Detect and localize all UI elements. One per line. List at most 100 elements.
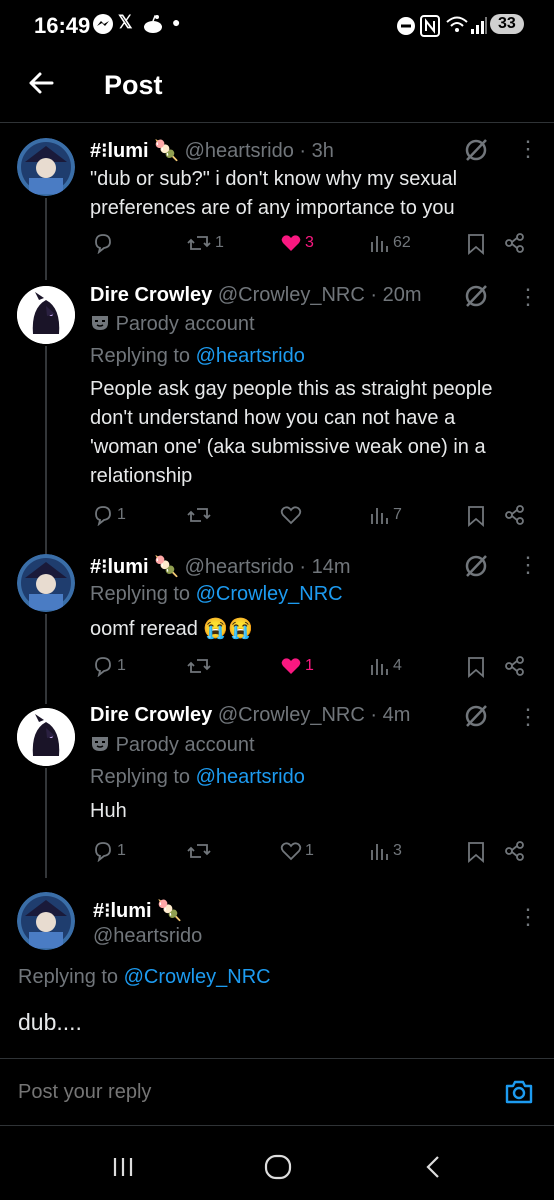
reply-composer xyxy=(0,1058,554,1126)
author-name[interactable]: Dire Crowley xyxy=(90,284,212,306)
share-icon[interactable] xyxy=(504,655,526,682)
grok-icon[interactable] xyxy=(462,282,490,310)
mention-link[interactable]: @heartsrido xyxy=(196,766,305,788)
replying-label: Replying to xyxy=(90,583,191,605)
author-name[interactable]: Dire Crowley xyxy=(90,704,212,726)
reddit-icon xyxy=(142,13,164,40)
dnd-icon xyxy=(396,16,416,41)
replying-to: Replying to @heartsrido xyxy=(90,766,305,789)
tweet-text: People ask gay people this as straight p… xyxy=(90,375,493,491)
like-button[interactable]: 1 xyxy=(280,840,314,862)
post-time: 4m xyxy=(382,704,411,726)
views-icon xyxy=(371,844,388,860)
heart-outline-icon xyxy=(280,506,302,525)
author-name[interactable]: #⁝lumi xyxy=(93,900,152,922)
views-count: 62 xyxy=(393,234,411,251)
author-handle[interactable]: @Crowley_NRC xyxy=(218,704,365,726)
dango-emoji-icon: 🍡 xyxy=(154,556,180,578)
avatar[interactable] xyxy=(17,138,75,196)
tweet-text-content: oomf reread xyxy=(90,618,198,640)
grok-icon[interactable] xyxy=(462,136,490,164)
author-name[interactable]: #⁝lumi xyxy=(90,556,149,578)
more-options-icon[interactable]: ⋮ xyxy=(517,136,539,162)
mention-link[interactable]: @Crowley_NRC xyxy=(124,966,271,988)
parody-label: Parody account xyxy=(90,734,255,757)
tweet-text-content: Huh xyxy=(90,800,127,822)
mention-link[interactable]: @Crowley_NRC xyxy=(196,583,343,605)
avatar[interactable] xyxy=(17,892,75,950)
views-button[interactable]: 4 xyxy=(370,655,402,677)
reply-button[interactable]: 1 xyxy=(92,840,126,862)
tweet-4[interactable]: Dire Crowley @Crowley_NRC · 4m ⋮ Parody … xyxy=(0,694,554,874)
reply-icon xyxy=(95,234,111,254)
views-count: 3 xyxy=(393,842,402,859)
bookmark-icon[interactable] xyxy=(466,841,486,868)
views-button[interactable]: 7 xyxy=(370,504,402,526)
share-icon[interactable] xyxy=(504,504,526,531)
more-options-icon[interactable]: ⋮ xyxy=(517,552,539,578)
avatar[interactable] xyxy=(17,286,75,344)
grok-icon[interactable] xyxy=(462,552,490,580)
replying-label: Replying to xyxy=(18,966,119,988)
nav-back-icon[interactable] xyxy=(424,1155,442,1184)
home-icon[interactable] xyxy=(264,1154,292,1185)
tweet-text: oomf reread 😭😭 xyxy=(90,616,253,641)
grok-icon[interactable] xyxy=(462,702,490,730)
bookmark-icon[interactable] xyxy=(466,656,486,683)
camera-icon[interactable] xyxy=(504,1079,534,1110)
system-nav-bar xyxy=(0,1124,554,1200)
separator-dot: · xyxy=(293,140,312,162)
views-icon xyxy=(371,659,388,675)
status-bar: 16:49 𝕏 ● 33 xyxy=(0,0,554,52)
reply-input[interactable] xyxy=(18,1077,458,1107)
top-app-bar: Post xyxy=(0,52,554,123)
separator-dot: · xyxy=(364,704,383,726)
recent-apps-icon[interactable] xyxy=(112,1156,134,1183)
tweet-text-line: "dub or sub?" i don't know why my sexual xyxy=(90,168,458,190)
avatar[interactable] xyxy=(17,554,75,612)
mask-icon xyxy=(92,737,108,751)
repost-button[interactable] xyxy=(186,504,215,526)
signal-icon xyxy=(470,15,488,40)
mention-link[interactable]: @heartsrido xyxy=(196,345,305,367)
bookmark-icon[interactable] xyxy=(466,505,486,532)
like-button[interactable] xyxy=(280,504,305,526)
repost-button[interactable]: 1 xyxy=(186,232,224,254)
page-title: Post xyxy=(104,70,163,100)
author-name[interactable]: #⁝lumi xyxy=(90,140,149,162)
share-icon[interactable] xyxy=(504,840,526,867)
author-handle[interactable]: @heartsrido xyxy=(185,140,294,162)
more-options-icon[interactable]: ⋮ xyxy=(517,284,539,310)
back-arrow-icon[interactable] xyxy=(26,68,56,98)
more-options-icon[interactable]: ⋮ xyxy=(517,904,539,930)
tweet-1[interactable]: #⁝lumi 🍡 @heartsrido · 3h ⋮ "dub or sub?… xyxy=(0,124,554,274)
x-app-icon: 𝕏 xyxy=(118,12,133,32)
avatar[interactable] xyxy=(17,708,75,766)
tweet-text-line: don't understand how you can not have a xyxy=(90,407,456,429)
tweet-3[interactable]: #⁝lumi 🍡 @heartsrido · 14m ⋮ Replying to… xyxy=(0,540,554,694)
like-count: 1 xyxy=(305,842,314,859)
tweet-2[interactable]: Dire Crowley @Crowley_NRC · 20m ⋮ Parody… xyxy=(0,274,554,540)
crying-emoji-icon: 😭😭 xyxy=(203,618,254,640)
author-handle[interactable]: @Crowley_NRC xyxy=(218,284,365,306)
repost-button[interactable] xyxy=(186,655,215,677)
reply-button[interactable]: 1 xyxy=(92,504,126,526)
views-count: 4 xyxy=(393,657,402,674)
reply-button[interactable] xyxy=(92,232,117,254)
more-options-icon[interactable]: ⋮ xyxy=(517,704,539,730)
separator-dot: · xyxy=(364,284,383,306)
repost-button[interactable] xyxy=(186,840,215,862)
author-handle[interactable]: @heartsrido xyxy=(93,925,202,948)
like-button[interactable]: 3 xyxy=(280,232,314,254)
reply-button[interactable]: 1 xyxy=(92,655,126,677)
like-button[interactable]: 1 xyxy=(280,655,314,677)
separator-dot: · xyxy=(293,556,312,578)
author-handle[interactable]: @heartsrido xyxy=(185,556,294,578)
share-icon[interactable] xyxy=(504,232,526,259)
post-time: 14m xyxy=(311,556,351,578)
tweet-text-line: relationship xyxy=(90,465,193,487)
views-button[interactable]: 3 xyxy=(370,840,402,862)
main-post: #⁝lumi 🍡 @heartsrido ⋮ Replying to @Crow… xyxy=(0,878,554,1056)
bookmark-icon[interactable] xyxy=(466,233,486,260)
views-button[interactable]: 62 xyxy=(370,232,411,254)
